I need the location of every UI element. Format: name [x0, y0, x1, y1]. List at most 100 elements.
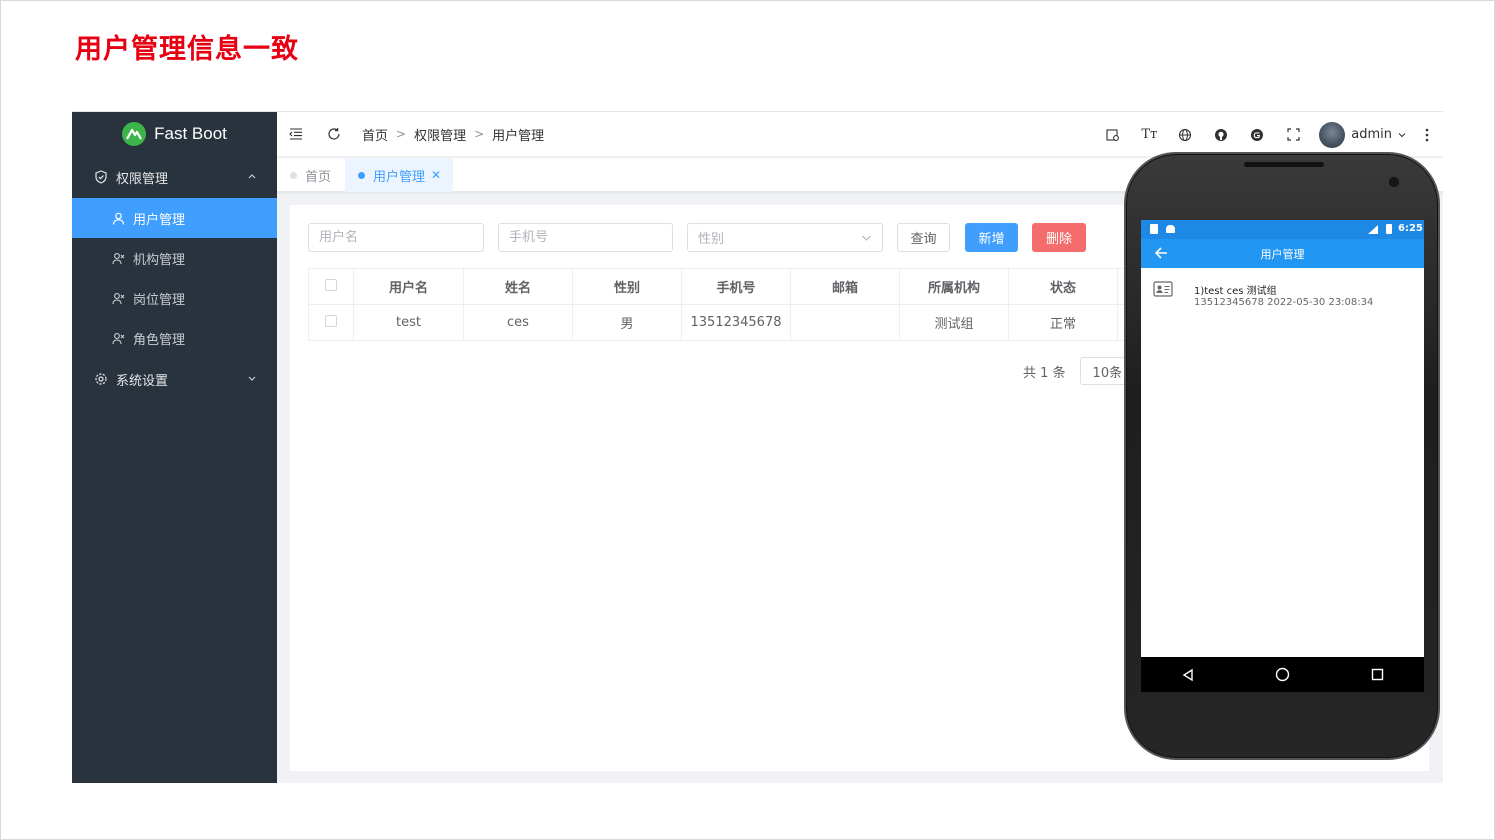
slide-title: 用户管理信息一致 [75, 34, 299, 65]
mobile-input[interactable] [498, 223, 673, 252]
sidebar-group-label: 系统设置 [116, 373, 169, 389]
tab-label: 首页 [305, 169, 332, 185]
logo-text: Fast Boot [154, 124, 227, 143]
logo-icon [122, 122, 147, 146]
close-icon[interactable]: ✕ [431, 168, 441, 182]
tab-dot [358, 171, 365, 179]
recent-apps-icon[interactable] [1371, 668, 1384, 681]
gitee-icon[interactable] [1249, 127, 1265, 143]
column-header: 用户名 [353, 268, 464, 305]
sidebar-item-label: 用户管理 [133, 212, 186, 228]
column-header: 姓名 [463, 268, 573, 305]
github-icon[interactable] [1213, 127, 1229, 143]
menu-fold-icon[interactable] [288, 126, 304, 142]
tab-user-management[interactable]: 用户管理 ✕ [345, 158, 453, 192]
cell-status: 正常 [1008, 304, 1118, 341]
role-icon [112, 332, 125, 345]
org-icon [112, 252, 125, 265]
user-icon [112, 212, 125, 225]
shield-icon [94, 170, 108, 184]
tab-home[interactable]: 首页 [290, 158, 331, 192]
page-size-value: 10条 [1092, 365, 1123, 381]
more-vertical-icon[interactable] [1425, 128, 1429, 142]
home-circle-icon[interactable] [1275, 667, 1290, 682]
column-header: 性别 [572, 268, 682, 305]
sidebar-item-label: 机构管理 [133, 252, 186, 268]
sidebar-item-label: 岗位管理 [133, 292, 186, 308]
battery-icon [1386, 224, 1392, 234]
query-button[interactable]: 查询 [897, 223, 950, 252]
post-icon [112, 292, 125, 305]
sidebar-item-orgs[interactable]: 机构管理 [72, 238, 277, 278]
user-table: 用户名 姓名 性别 手机号 邮箱 所属机构 状态 test ces 男 1351… [308, 268, 1158, 341]
sidebar-item-posts[interactable]: 岗位管理 [72, 278, 277, 318]
avatar[interactable] [1319, 121, 1346, 148]
navbar-actions: Tт admin [1105, 112, 1443, 157]
phone-page-title: 用户管理 [1260, 247, 1305, 261]
logo[interactable]: Fast Boot [72, 112, 277, 156]
sidebar-group-settings[interactable]: 系统设置 [72, 358, 277, 400]
sidebar: Fast Boot 权限管理 用户管理 机构管理 岗位管理 角色管理 系统设置 [72, 112, 277, 783]
column-header: 所属机构 [899, 268, 1009, 305]
breadcrumb-separator: > [396, 127, 407, 141]
gender-select-placeholder: 性别 [698, 232, 725, 247]
column-header: 手机号 [681, 268, 791, 305]
cell-username: test [353, 304, 464, 341]
contact-card-icon [1153, 281, 1173, 297]
user-name[interactable]: admin [1351, 127, 1392, 142]
back-triangle-icon[interactable] [1181, 668, 1195, 682]
globe-icon[interactable] [1177, 127, 1193, 143]
breadcrumb-current: 用户管理 [492, 128, 545, 144]
phone-camera [1388, 176, 1400, 188]
add-button[interactable]: 新增 [965, 223, 1018, 252]
refresh-icon[interactable] [326, 126, 342, 142]
slide: 用户管理信息一致 Fast Boot 权限管理 用户管理 机构管理 岗位管理 角… [0, 0, 1495, 840]
select-all-checkbox[interactable] [325, 278, 337, 291]
row-checkbox[interactable] [325, 314, 337, 327]
table-row[interactable]: test ces 男 13512345678 测试组 正常 [308, 304, 1158, 341]
sidebar-item-label: 角色管理 [133, 332, 186, 348]
column-header: 邮箱 [790, 268, 900, 305]
cell-email [790, 304, 900, 341]
image-search-icon[interactable] [1105, 127, 1121, 143]
tab-dot [290, 171, 297, 179]
chevron-down-icon [247, 372, 257, 382]
sidebar-item-roles[interactable]: 角色管理 [72, 318, 277, 358]
row-select-cell[interactable] [308, 304, 354, 341]
delete-button[interactable]: 删除 [1032, 223, 1086, 252]
username-input[interactable] [308, 223, 484, 252]
font-size-icon[interactable]: Tт [1141, 127, 1157, 143]
back-arrow-icon[interactable] [1154, 246, 1168, 260]
cell-mobile: 13512345678 [681, 304, 791, 341]
fullscreen-icon[interactable] [1285, 127, 1301, 143]
phone-earpiece [1244, 162, 1324, 167]
list-item-line2: 13512345678 2022-05-30 23:08:34 [1194, 297, 1374, 308]
tab-label: 用户管理 [373, 169, 426, 185]
sd-card-icon [1150, 224, 1158, 234]
chevron-down-icon [861, 233, 872, 243]
phone-screen: 6:25 用户管理 1)test ces 测试组 13512345678 202… [1141, 220, 1424, 692]
sidebar-group-label: 权限管理 [116, 171, 169, 187]
android-status-bar: 6:25 [1141, 220, 1424, 239]
list-item-line1: 1)test ces 测试组 [1194, 286, 1277, 297]
column-header: 状态 [1008, 268, 1118, 305]
chevron-up-icon [247, 170, 257, 180]
signal-icon [1367, 224, 1379, 235]
status-time: 6:25 [1398, 223, 1423, 234]
top-navbar: 首页 > 权限管理 > 用户管理 Tт admin [277, 112, 1443, 157]
breadcrumb-home[interactable]: 首页 [362, 125, 388, 144]
list-item[interactable]: 1)test ces 测试组 13512345678 2022-05-30 23… [1141, 277, 1424, 311]
android-phone-frame: 6:25 用户管理 1)test ces 测试组 13512345678 202… [1124, 152, 1440, 760]
breadcrumb-separator: > [474, 127, 485, 141]
cell-org: 测试组 [899, 304, 1009, 341]
breadcrumb: 首页 > 权限管理 > 用户管理 [362, 125, 544, 144]
android-icon [1166, 225, 1175, 233]
chevron-down-icon[interactable] [1397, 130, 1407, 140]
sidebar-item-users[interactable]: 用户管理 [72, 198, 277, 238]
breadcrumb-permission[interactable]: 权限管理 [414, 125, 466, 144]
phone-app-bar: 用户管理 [1141, 239, 1424, 268]
select-all-cell[interactable] [308, 268, 354, 305]
cell-name: ces [463, 304, 573, 341]
sidebar-group-permission[interactable]: 权限管理 [72, 156, 277, 198]
gender-select[interactable]: 性别 [687, 223, 883, 252]
